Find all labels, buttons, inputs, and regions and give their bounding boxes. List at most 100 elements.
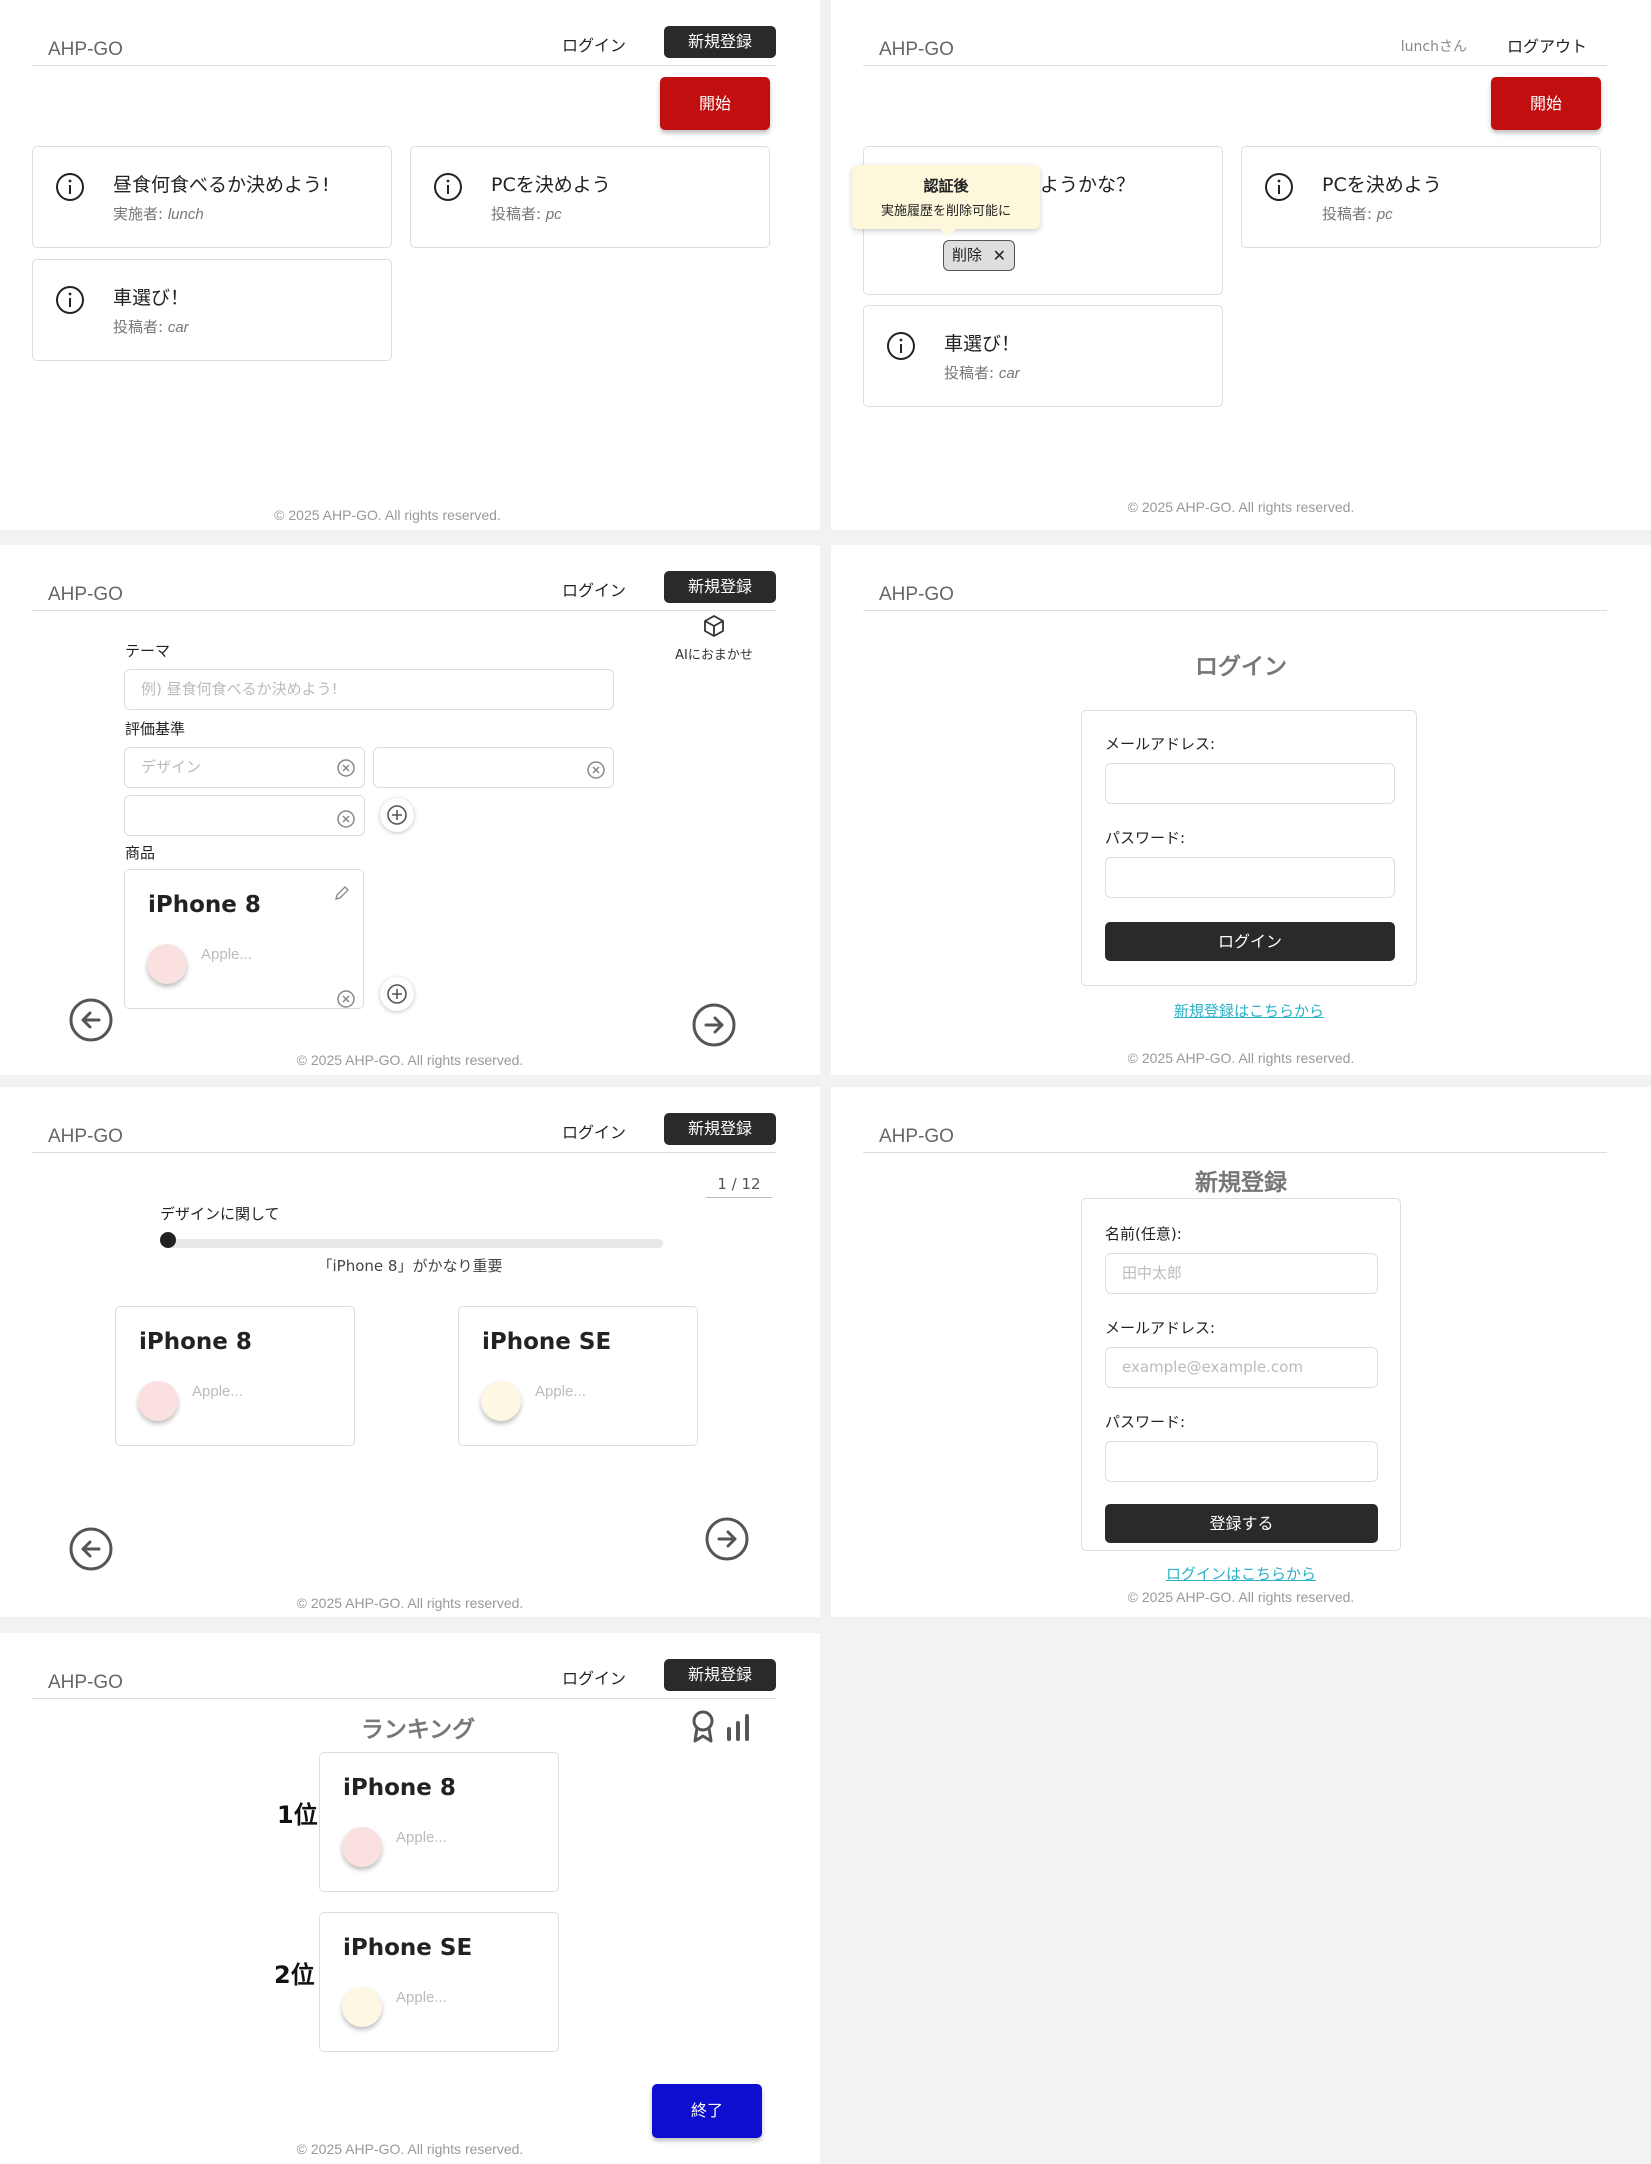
slider-thumb[interactable] xyxy=(160,1232,176,1248)
header: AHP-GO ログイン 新規登録 xyxy=(32,1657,776,1699)
register-button[interactable]: 新規登録 xyxy=(664,571,776,603)
login-link[interactable]: ログイン xyxy=(562,577,626,601)
brand-logo[interactable]: AHP-GO xyxy=(48,39,123,61)
card-title: 車選び！ xyxy=(944,333,1021,355)
password-field[interactable] xyxy=(1105,857,1395,898)
register-link[interactable]: 新規登録はこちらから xyxy=(1081,1000,1417,1021)
email-field[interactable]: example@example.com xyxy=(1105,1347,1378,1388)
compare-panel: AHP-GO ログイン 新規登録 1 / 12 デザインに関して 「iPhone… xyxy=(0,1087,820,1617)
register-button[interactable]: 新規登録 xyxy=(664,26,776,58)
brand-logo[interactable]: AHP-GO xyxy=(48,584,123,606)
product-brand: Apple... xyxy=(201,946,252,963)
criteria-input[interactable] xyxy=(373,747,614,788)
clear-icon[interactable] xyxy=(336,809,356,829)
auth-tooltip: 認証後 実施履歴を削除可能に xyxy=(852,165,1040,237)
header: AHP-GO ログイン 新規登録 xyxy=(32,1111,776,1153)
product-brand: Apple... xyxy=(535,1383,586,1400)
start-button[interactable]: 開始 xyxy=(660,77,770,130)
clear-icon[interactable] xyxy=(336,758,356,778)
email-field[interactable] xyxy=(1105,763,1395,804)
card-author: 投稿者: pc xyxy=(491,205,562,223)
brand-logo[interactable]: AHP-GO xyxy=(48,1126,123,1148)
comparison-slider[interactable] xyxy=(163,1239,663,1248)
create-panel: AHP-GO ログイン 新規登録 AIにおまかせ テーマ 例) 昼食何食べるか決… xyxy=(0,545,820,1075)
card-author: 投稿者: car xyxy=(944,364,1020,382)
footer: © 2025 AHP-GO. All rights reserved. xyxy=(296,2141,524,2157)
start-button[interactable]: 開始 xyxy=(1491,77,1601,130)
bar-chart-icon[interactable] xyxy=(725,1713,751,1741)
history-card[interactable]: PCを決めよう 投稿者: pc xyxy=(410,146,770,248)
forward-arrow-icon[interactable] xyxy=(690,1001,738,1049)
register-form: 名前(任意): 田中太郎 メールアドレス: example@example.co… xyxy=(1081,1198,1401,1551)
name-field[interactable]: 田中太郎 xyxy=(1105,1253,1378,1294)
criteria-input[interactable]: デザイン xyxy=(124,747,365,788)
add-product-icon[interactable] xyxy=(380,977,414,1011)
card-title: ようかな？ xyxy=(1040,174,1136,196)
close-icon[interactable]: ✕ xyxy=(993,241,1006,270)
header: AHP-GO ログイン 新規登録 xyxy=(32,569,776,611)
delete-label: 削除 xyxy=(952,246,983,264)
login-link[interactable]: ログインはこちらから xyxy=(1081,1563,1401,1584)
header: AHP-GO xyxy=(863,569,1607,611)
forward-arrow-icon[interactable] xyxy=(703,1515,751,1563)
criterion-label: デザインに関して xyxy=(160,1205,280,1223)
award-icon[interactable] xyxy=(690,1709,716,1743)
register-panel: AHP-GO 新規登録 名前(任意): 田中太郎 メールアドレス: exampl… xyxy=(831,1087,1651,1617)
clear-icon[interactable] xyxy=(586,760,606,780)
product-name: iPhone SE xyxy=(343,1935,473,1961)
card-title: 昼食何食べるか決めよう! xyxy=(113,174,330,196)
history-card[interactable]: 車選び！ 投稿者: car xyxy=(863,305,1223,407)
finish-button[interactable]: 終了 xyxy=(652,2084,762,2138)
back-arrow-icon[interactable] xyxy=(67,1525,115,1573)
slider-result-text: 「iPhone 8」がかなり重要 xyxy=(317,1257,503,1275)
info-icon xyxy=(434,173,462,201)
product-name: iPhone 8 xyxy=(139,1329,252,1355)
login-link[interactable]: ログイン xyxy=(562,1119,626,1143)
clear-icon[interactable] xyxy=(336,989,356,1009)
tooltip-arrow xyxy=(940,229,956,237)
register-button[interactable]: 新規登録 xyxy=(664,1113,776,1145)
delete-chip[interactable]: 削除 ✕ xyxy=(943,240,1015,271)
brand-logo[interactable]: AHP-GO xyxy=(48,1672,123,1694)
history-card[interactable]: 車選び！ 投稿者: car xyxy=(32,259,392,361)
login-link[interactable]: ログイン xyxy=(562,32,626,56)
product-brand: Apple... xyxy=(396,1829,447,1846)
rank-label: 2位 xyxy=(274,1961,315,1989)
login-submit-button[interactable]: ログイン xyxy=(1105,922,1395,961)
tooltip-title: 認証後 xyxy=(923,177,969,195)
footer: © 2025 AHP-GO. All rights reserved. xyxy=(1127,1589,1355,1605)
register-submit-button[interactable]: 登録する xyxy=(1105,1504,1378,1543)
theme-label: テーマ xyxy=(125,642,171,660)
add-criterion-icon[interactable] xyxy=(380,798,414,832)
login-link[interactable]: ログイン xyxy=(562,1665,626,1689)
progress-counter: 1 / 12 xyxy=(706,1175,772,1198)
register-button[interactable]: 新規登録 xyxy=(664,1659,776,1691)
header: AHP-GO xyxy=(863,1111,1607,1153)
history-card[interactable]: 昼食何食べるか決めよう! 実施者: lunch xyxy=(32,146,392,248)
theme-input[interactable]: 例) 昼食何食べるか決めよう! xyxy=(124,669,614,710)
brand-logo[interactable]: AHP-GO xyxy=(879,39,954,61)
header: AHP-GO lunchさん ログアウト xyxy=(863,24,1607,66)
ai-button[interactable]: AIにおまかせ xyxy=(664,614,764,663)
brand-logo[interactable]: AHP-GO xyxy=(879,584,954,606)
back-arrow-icon[interactable] xyxy=(67,996,115,1044)
product-name: iPhone SE xyxy=(482,1329,612,1355)
email-label: メールアドレス: xyxy=(1105,1319,1216,1337)
ranked-product-card[interactable]: iPhone 8 Apple... xyxy=(319,1752,559,1892)
logout-link[interactable]: ログアウト xyxy=(1507,33,1587,57)
pencil-icon[interactable] xyxy=(333,884,351,902)
criteria-input[interactable] xyxy=(124,795,365,836)
rank-label: 1位 xyxy=(277,1801,318,1829)
password-label: パスワード: xyxy=(1105,1413,1186,1431)
page-title: ログイン xyxy=(1195,654,1287,680)
password-field[interactable] xyxy=(1105,1441,1378,1482)
footer: © 2025 AHP-GO. All rights reserved. xyxy=(274,507,501,523)
ranked-product-card[interactable]: iPhone SE Apple... xyxy=(319,1912,559,2052)
brand-logo[interactable]: AHP-GO xyxy=(879,1126,954,1148)
page-title: 新規登録 xyxy=(1195,1170,1287,1196)
product-card[interactable]: iPhone 8 Apple... xyxy=(124,869,364,1009)
product-card[interactable]: iPhone SE Apple... xyxy=(458,1306,698,1446)
color-dot xyxy=(147,944,187,984)
history-card[interactable]: PCを決めよう 投稿者: pc xyxy=(1241,146,1601,248)
product-card[interactable]: iPhone 8 Apple... xyxy=(115,1306,355,1446)
